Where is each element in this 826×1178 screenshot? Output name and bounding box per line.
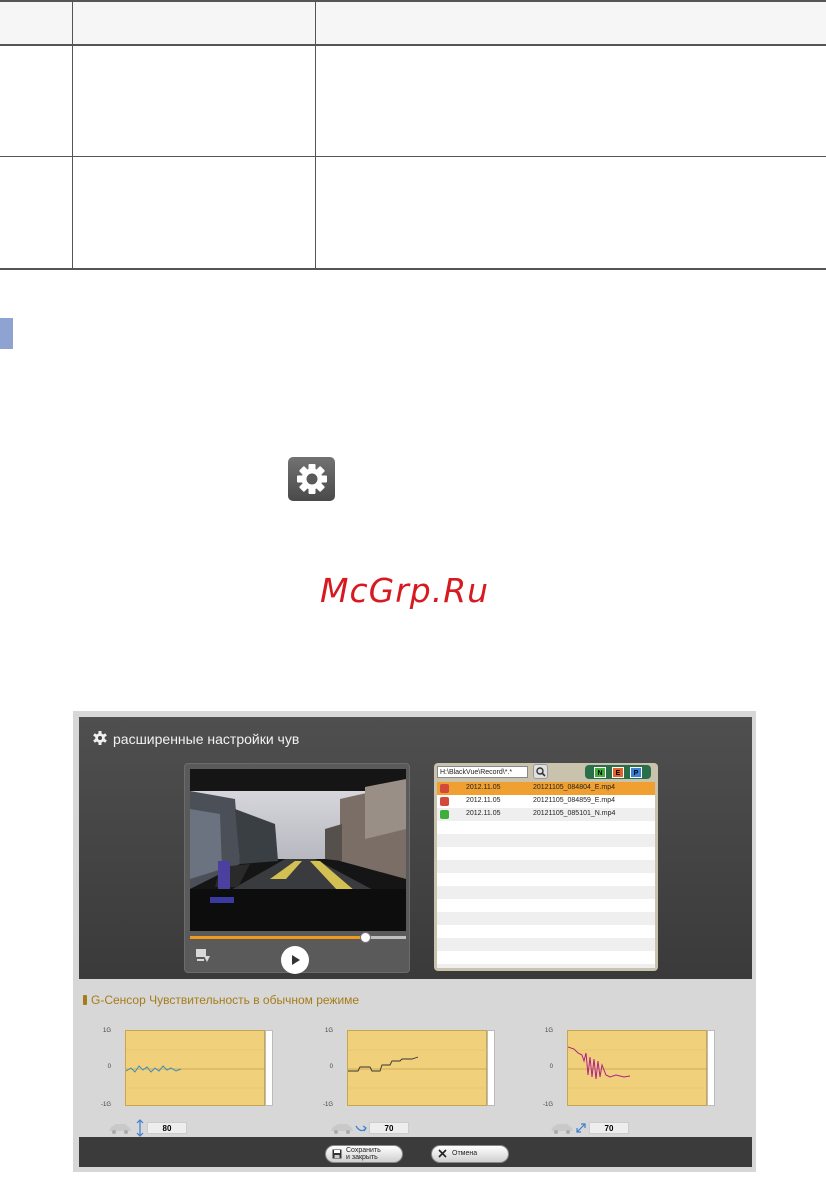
axis-label-mid: 0 [107,1064,111,1070]
close-icon [438,1149,447,1158]
lateral-axis-arrow-icon [355,1125,367,1132]
axis-label-top: 1G [324,1028,333,1034]
table-column-divider [72,0,73,270]
graph-plot-area [347,1030,488,1106]
g-sensor-control-lateral: 70 [309,1121,499,1137]
advanced-settings-window: расширенные настройки чув H:\BlackVue\Re… [73,711,756,1172]
g-sensor-control-longitudinal: 70 [529,1121,719,1137]
empty-file-row [437,938,655,951]
sensitivity-value-lateral[interactable]: 70 [369,1122,409,1134]
save-and-close-button[interactable]: Сохранить и закрыть [325,1145,403,1163]
empty-file-row [437,847,655,860]
sensitivity-value-longitudinal[interactable]: 70 [589,1122,629,1134]
file-row[interactable]: 2012.11.05 20121105_084859_E.mp4 [437,795,655,808]
car-icon [551,1124,573,1134]
g-sensor-control-vertical: 80 [87,1119,277,1137]
window-title: расширенные настройки чув [113,731,300,747]
filter-parking-button[interactable]: P [630,767,642,778]
empty-file-row [437,886,655,899]
save-and-close-label: Сохранить и закрыть [346,1147,381,1161]
g-sensor-graph-lateral: 1G 0 -1G [309,1024,499,1114]
car-icon [331,1124,353,1134]
path-input[interactable]: H:\BlackVue\Record\*.* [437,766,528,778]
page-side-tab [0,318,13,349]
playback-progress-bar[interactable] [190,932,406,943]
table-border-bottom [0,268,826,270]
axis-label-top: 1G [102,1028,111,1034]
file-date: 2012.11.05 [466,784,501,791]
graph-plot-area [567,1030,708,1106]
window-top-panel: расширенные настройки чув H:\BlackVue\Re… [79,717,752,979]
sensitivity-value-vertical[interactable]: 80 [147,1122,187,1134]
file-date: 2012.11.05 [466,810,501,817]
graph-scrollbar[interactable] [707,1030,715,1106]
file-browser: H:\BlackVue\Record\*.* N E P 2012.11.05 … [434,763,658,971]
empty-file-row [437,899,655,912]
normal-file-icon [440,810,449,819]
play-button[interactable] [281,946,309,974]
file-row[interactable]: 2012.11.05 20121105_084804_E.mp4 [437,782,655,795]
cancel-label: Отмена [452,1150,478,1157]
axis-label-bottom: -1G [322,1102,333,1108]
floppy-disk-icon [332,1149,342,1159]
settings-gear-icon [288,457,335,501]
empty-file-row [437,834,655,847]
filter-normal-button[interactable]: N [594,767,606,778]
empty-file-row [437,964,655,968]
table-border-top [0,0,826,2]
gear-icon [93,731,107,745]
table-header-row [0,0,826,44]
filter-event-button[interactable]: E [612,767,624,778]
file-name: 20121105_085101_N.mp4 [533,810,616,817]
file-row[interactable]: 2012.11.05 20121105_085101_N.mp4 [437,808,655,821]
axis-label-mid: 0 [329,1064,333,1070]
car-icon [109,1124,131,1134]
file-list: 2012.11.05 20121105_084804_E.mp4 2012.11… [437,782,655,968]
g-sensor-graph-vertical: 1G 0 -1G [87,1024,277,1114]
cancel-button[interactable]: Отмена [431,1145,509,1163]
gear-icon [296,464,327,494]
playback-scrubber-handle[interactable] [359,932,371,943]
empty-file-row [437,873,655,886]
file-type-filters: N E P [585,765,651,779]
play-icon [292,955,300,965]
g-sensor-graph-longitudinal: 1G 0 -1G [529,1024,719,1114]
watermark: McGrp.Ru [320,571,490,610]
document-table [0,0,826,270]
graph-plot-area [125,1030,266,1106]
empty-file-row [437,951,655,964]
file-name: 20121105_084804_E.mp4 [533,784,616,791]
empty-file-row [437,860,655,873]
video-frame [190,769,406,931]
axis-label-top: 1G [544,1028,553,1034]
empty-file-row [437,912,655,925]
window-button-bar: Сохранить и закрыть Отмена [79,1137,752,1167]
file-date: 2012.11.05 [466,797,501,804]
axis-label-bottom: -1G [542,1102,553,1108]
graph-scrollbar[interactable] [487,1030,495,1106]
table-header-divider [0,44,826,46]
vertical-axis-arrow-icon [136,1119,144,1137]
search-button[interactable] [533,764,548,779]
graph-scrollbar[interactable] [265,1030,273,1106]
event-file-icon [440,784,449,793]
video-player [184,763,410,974]
table-row-divider [0,156,826,157]
axis-label-mid: 0 [549,1064,553,1070]
axis-label-bottom: -1G [100,1102,111,1108]
event-file-icon [440,797,449,806]
file-name: 20121105_084859_E.mp4 [533,797,616,804]
g-sensor-section-title: G-Сенсор Чувствительность в обычном режи… [82,993,360,1007]
playback-progress-fill [190,936,365,939]
longitudinal-axis-arrow-icon [576,1123,586,1133]
search-icon [535,766,546,777]
empty-file-row [437,821,655,834]
save-frame-icon[interactable] [195,948,211,964]
empty-file-row [437,925,655,938]
table-column-divider [315,0,316,270]
